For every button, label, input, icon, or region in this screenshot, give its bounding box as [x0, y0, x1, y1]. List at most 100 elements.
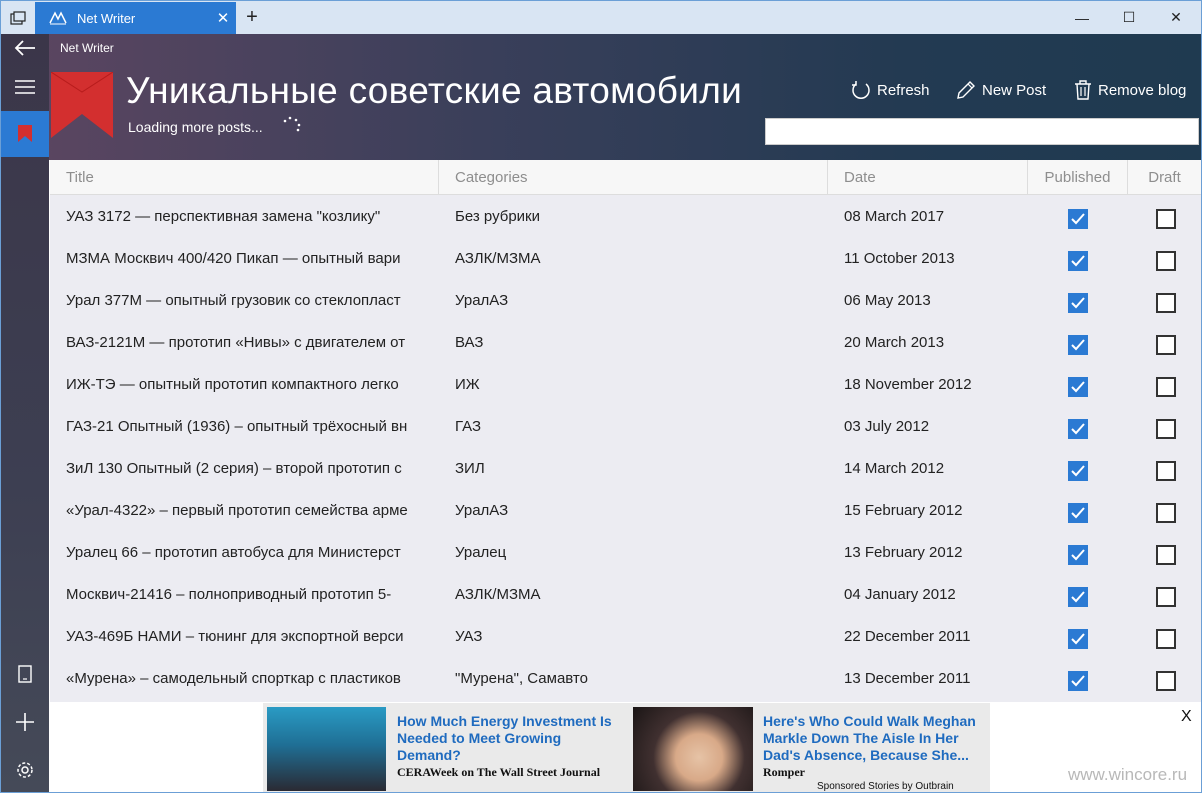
post-category: ИЖ	[455, 376, 480, 393]
checkmark-icon	[1071, 213, 1085, 225]
post-date: 11 October 2013	[844, 250, 955, 267]
checkmark-icon	[1071, 507, 1085, 519]
table-row[interactable]: УАЗ-469Б НАМИ – тюнинг для экспортной ве…	[50, 616, 1201, 658]
post-date: 14 March 2012	[844, 460, 945, 477]
loading-spinner-icon	[283, 116, 301, 132]
app-body: Net Writer Уникальные советские автомоби…	[1, 34, 1201, 792]
settings-button[interactable]	[1, 756, 49, 784]
post-date: 08 March 2017	[844, 208, 945, 225]
search-input[interactable]	[765, 118, 1199, 145]
post-category: Без рубрики	[455, 208, 540, 225]
blog-nav-item[interactable]	[1, 111, 49, 157]
published-checkbox[interactable]	[1068, 461, 1088, 481]
post-title: ЗиЛ 130 Опытный (2 серия) – второй прото…	[66, 460, 402, 477]
back-button[interactable]	[1, 34, 49, 62]
blog-title: Уникальные советские автомобили	[126, 70, 743, 111]
post-title: Урал 377М — опытный грузовик со стеклопл…	[66, 292, 401, 309]
table-row[interactable]: Уралец 66 – прототип автобуса для Минист…	[50, 532, 1201, 574]
table-row[interactable]: Урал 377М — опытный грузовик со стеклопл…	[50, 280, 1201, 322]
published-checkbox[interactable]	[1068, 419, 1088, 439]
refresh-icon	[852, 81, 870, 99]
column-header-title[interactable]: Title	[50, 160, 439, 195]
table-row[interactable]: ГАЗ-21 Опытный (1936) – опытный трёхосны…	[50, 406, 1201, 448]
draft-checkbox[interactable]	[1156, 335, 1176, 355]
ad-headline-1[interactable]: How Much Energy Investment Is Needed to …	[397, 713, 617, 764]
add-blog-button[interactable]	[1, 708, 49, 736]
trash-icon	[1075, 80, 1091, 100]
table-row[interactable]: ИЖ-ТЭ — опытный прототип компактного лег…	[50, 364, 1201, 406]
draft-checkbox[interactable]	[1156, 587, 1176, 607]
draft-checkbox[interactable]	[1156, 503, 1176, 523]
tab-close-button[interactable]: ✕	[210, 9, 236, 27]
maximize-button[interactable]: ☐	[1106, 1, 1152, 34]
checkmark-icon	[1071, 591, 1085, 603]
app-window: Net Writer ✕ + — ☐ ✕ Net Writer Уникальн…	[0, 0, 1202, 793]
published-checkbox[interactable]	[1068, 209, 1088, 229]
checkmark-icon	[1071, 423, 1085, 435]
published-checkbox[interactable]	[1068, 377, 1088, 397]
ad-source-2: Romper	[763, 765, 805, 779]
draft-checkbox[interactable]	[1156, 419, 1176, 439]
post-category: ВАЗ	[455, 334, 484, 351]
back-arrow-icon	[14, 40, 35, 56]
table-row[interactable]: МЗМА Москвич 400/420 Пикап — опытный вар…	[50, 238, 1201, 280]
device-button[interactable]	[1, 660, 49, 688]
task-switch-icon[interactable]	[1, 1, 35, 34]
grid-header: Title Categories Date Published Draft	[50, 160, 1201, 195]
published-checkbox[interactable]	[1068, 503, 1088, 523]
app-name: Net Writer	[60, 41, 114, 55]
browser-tab[interactable]: Net Writer ✕	[35, 2, 236, 34]
draft-checkbox[interactable]	[1156, 293, 1176, 313]
tab-title: Net Writer	[77, 10, 136, 26]
ad-image-conference[interactable]	[267, 707, 386, 791]
ad-image-portrait[interactable]	[633, 707, 753, 791]
column-header-draft[interactable]: Draft	[1128, 160, 1201, 195]
post-category: АЗЛК/МЗМА	[455, 250, 541, 267]
published-checkbox[interactable]	[1068, 545, 1088, 565]
draft-checkbox[interactable]	[1156, 671, 1176, 691]
checkmark-icon	[1071, 675, 1085, 687]
draft-checkbox[interactable]	[1156, 545, 1176, 565]
post-date: 03 July 2012	[844, 418, 930, 435]
published-checkbox[interactable]	[1068, 335, 1088, 355]
table-row[interactable]: ЗиЛ 130 Опытный (2 серия) – второй прото…	[50, 448, 1201, 490]
table-row[interactable]: УАЗ 3172 — перспективная замена "козлику…	[50, 196, 1201, 238]
post-title: «Урал-4322» – первый прототип семейства …	[66, 502, 408, 519]
post-date: 22 December 2011	[844, 628, 971, 645]
published-checkbox[interactable]	[1068, 251, 1088, 271]
published-checkbox[interactable]	[1068, 671, 1088, 691]
post-title: УАЗ-469Б НАМИ – тюнинг для экспортной ве…	[66, 628, 404, 645]
draft-checkbox[interactable]	[1156, 377, 1176, 397]
left-rail	[1, 34, 49, 792]
post-date: 13 February 2012	[844, 544, 963, 561]
ad-headline-2[interactable]: Here's Who Could Walk Meghan Markle Down…	[763, 713, 985, 764]
refresh-label: Refresh	[877, 81, 930, 99]
published-checkbox[interactable]	[1068, 293, 1088, 313]
hamburger-icon	[15, 80, 35, 94]
draft-checkbox[interactable]	[1156, 629, 1176, 649]
table-row[interactable]: «Мурена» – самодельный спорткар с пласти…	[50, 658, 1201, 700]
published-checkbox[interactable]	[1068, 587, 1088, 607]
new-tab-button[interactable]: +	[241, 7, 263, 29]
tablet-icon	[18, 665, 32, 683]
table-row[interactable]: Москвич-21416 – полноприводный прототип …	[50, 574, 1201, 616]
post-category: УралАЗ	[455, 292, 509, 309]
published-checkbox[interactable]	[1068, 629, 1088, 649]
checkmark-icon	[1071, 465, 1085, 477]
hamburger-menu-button[interactable]	[1, 72, 49, 102]
draft-checkbox[interactable]	[1156, 251, 1176, 271]
refresh-button[interactable]: Refresh	[851, 80, 930, 100]
table-row[interactable]: ВАЗ-2121М — прототип «Нивы» с двигателем…	[50, 322, 1201, 364]
sponsored-label[interactable]: Sponsored Stories by Outbrain	[817, 781, 954, 792]
column-header-categories[interactable]: Categories	[439, 160, 828, 195]
table-row[interactable]: «Урал-4322» – первый прототип семейства …	[50, 490, 1201, 532]
remove-blog-button[interactable]: Remove blog	[1074, 80, 1186, 100]
draft-checkbox[interactable]	[1156, 209, 1176, 229]
ad-close-button[interactable]: X	[1181, 708, 1192, 726]
minimize-button[interactable]: —	[1059, 1, 1105, 34]
draft-checkbox[interactable]	[1156, 461, 1176, 481]
new-post-button[interactable]: New Post	[956, 80, 1046, 100]
close-button[interactable]: ✕	[1153, 1, 1199, 34]
column-header-published[interactable]: Published	[1028, 160, 1128, 195]
column-header-date[interactable]: Date	[828, 160, 1028, 195]
